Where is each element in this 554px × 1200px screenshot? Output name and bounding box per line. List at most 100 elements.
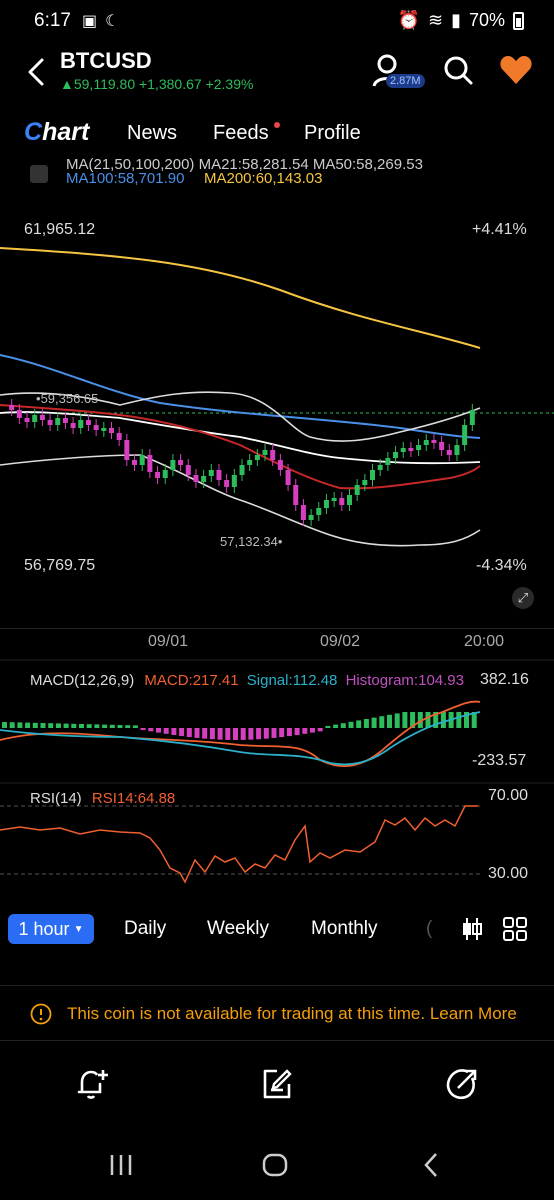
macd-histogram-bar [86, 724, 92, 728]
macd-histogram-bar [225, 728, 231, 740]
candle-body [231, 475, 237, 487]
candle-body [408, 448, 414, 451]
rsi-line [0, 805, 478, 884]
home-button[interactable] [260, 1150, 290, 1180]
candle-body [416, 445, 422, 450]
candle-body [247, 460, 253, 465]
candle-body [431, 440, 437, 443]
candle-body [108, 428, 114, 433]
macd-histogram-bar [240, 728, 246, 740]
candle-body [462, 425, 468, 445]
rsi-axis-lower: 30.00 [488, 865, 529, 882]
rsi-value: RSI14:64.88 [91, 790, 176, 807]
macd-histogram-bar [156, 728, 161, 733]
macd-histogram-bar [456, 712, 462, 728]
macd-histogram-bar [2, 722, 7, 728]
caret-down-icon: ▼ [73, 923, 84, 935]
macd-histogram-bar [132, 725, 138, 728]
candle-body [208, 470, 214, 476]
price-axis-bottom: 56,769.75 [24, 557, 96, 574]
candle-body [323, 500, 329, 508]
candle-body [62, 418, 68, 423]
candle-body [285, 470, 291, 485]
rsi-title: RSI(14) [30, 790, 82, 807]
macd-histogram-bar [117, 725, 123, 728]
candle-type-button[interactable] [460, 916, 484, 942]
candle-body [16, 410, 22, 418]
candle-body [393, 452, 399, 458]
candle-body [85, 420, 91, 425]
macd-histogram-bar [48, 723, 54, 728]
macd-histogram-bar [9, 722, 15, 728]
candle-body [277, 460, 283, 470]
candle-body [254, 455, 260, 460]
candle-body [346, 495, 352, 505]
back-arrow-icon [424, 1153, 437, 1177]
pct-axis-top: +4.41% [472, 221, 527, 238]
recents-icon [110, 1155, 132, 1175]
rsi-axis-upper: 70.00 [488, 787, 529, 804]
high-marker-label: •59,356.65 [36, 391, 99, 406]
bell-plus-icon [77, 1070, 108, 1099]
quick-trade-button[interactable] [444, 1066, 480, 1102]
candle-body [331, 498, 337, 501]
candle-body [55, 418, 61, 425]
macd-histogram-bar [256, 728, 262, 740]
candle-body [362, 480, 368, 485]
timeframe-dropdown[interactable]: 1 hour ▼ [8, 914, 94, 944]
candle-body [132, 460, 138, 465]
timeframe-daily[interactable]: Daily [124, 918, 166, 940]
candle-body [24, 418, 30, 422]
macd-histogram-bar [325, 726, 331, 728]
macd-histogram-bar [63, 723, 69, 728]
recent-apps-button[interactable] [106, 1150, 136, 1180]
note-button[interactable] [259, 1066, 295, 1102]
timeframe-monthly[interactable]: Monthly [311, 918, 378, 940]
edit-note-icon [263, 1069, 292, 1099]
low-marker-label: 57,132.34• [220, 534, 283, 549]
candle-body [239, 465, 245, 475]
ma21-line [0, 404, 481, 490]
timeframe-weekly[interactable]: Weekly [207, 918, 269, 940]
macd-hist-value: Histogram:104.93 [345, 672, 464, 689]
candle-body [469, 410, 475, 425]
candle-body [354, 485, 360, 495]
trading-notice[interactable]: This coin is not available for trading a… [0, 985, 554, 1041]
candle-body [39, 415, 45, 420]
price-alert-button[interactable] [74, 1066, 110, 1102]
macd-histogram-bar [248, 728, 254, 740]
x-axis-label-2: 09/02 [320, 633, 361, 650]
fullscreen-button[interactable]: ⤢ [512, 587, 534, 609]
macd-histogram-bar [140, 728, 146, 730]
price-chart[interactable] [0, 0, 554, 900]
candle-body [139, 455, 145, 465]
candle-body [193, 475, 199, 482]
macd-line [0, 700, 481, 767]
macd-histogram-bar [387, 714, 392, 728]
macd-histogram-bar [348, 721, 354, 728]
high-marker-value: 59,356.65 [40, 391, 99, 406]
candle-body [377, 465, 383, 470]
macd-histogram-bar [40, 723, 46, 728]
layout-grid-button[interactable] [502, 916, 528, 942]
macd-histogram-bar [186, 728, 192, 738]
macd-histogram-bar [194, 728, 200, 738]
candle-body [293, 485, 299, 505]
back-nav-button[interactable] [416, 1150, 446, 1180]
candle-body [201, 476, 207, 482]
macd-histogram-bar [55, 723, 61, 728]
candle-body [70, 423, 76, 428]
low-marker-value: 57,132.34 [220, 534, 278, 549]
timeframe-more-peek[interactable]: ( [426, 918, 432, 940]
macd-signal-value: Signal:112.48 [246, 672, 338, 689]
macd-histogram-bar [17, 722, 23, 728]
macd-histogram-bar [333, 724, 339, 728]
macd-histogram-bar [148, 728, 154, 732]
candle-body [147, 455, 153, 472]
macd-histogram-bar [302, 728, 308, 734]
macd-legend: MACD(12,26,9) MACD:217.41 Signal:112.48 … [30, 672, 464, 689]
macd-histogram-bar [271, 728, 277, 738]
x-axis-divider [0, 628, 554, 629]
macd-value: MACD:217.41 [144, 672, 239, 689]
macd-histogram-bar [317, 728, 323, 732]
